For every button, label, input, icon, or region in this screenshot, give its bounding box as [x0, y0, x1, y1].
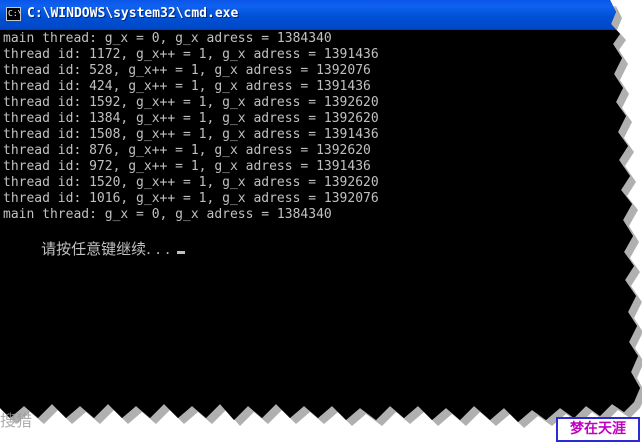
text-cursor-icon	[177, 251, 185, 254]
console-line: thread id: 528, g_x++ = 1, g_x adress = …	[3, 63, 371, 78]
console-line: thread id: 424, g_x++ = 1, g_x adress = …	[3, 79, 371, 94]
console-line: main thread: g_x = 0, g_x adress = 13843…	[3, 31, 332, 46]
console-prompt-line: 请按任意键继续. . .	[3, 222, 185, 276]
console-line: thread id: 1172, g_x++ = 1, g_x adress =…	[3, 47, 379, 62]
console-line: thread id: 1384, g_x++ = 1, g_x adress =…	[3, 111, 379, 126]
console-line: main thread: g_x = 0, g_x adress = 13843…	[3, 207, 332, 222]
cmd-icon: C:\	[6, 7, 21, 21]
console-line: thread id: 1520, g_x++ = 1, g_x adress =…	[3, 175, 379, 190]
console-line: thread id: 876, g_x++ = 1, g_x adress = …	[3, 143, 371, 158]
window-titlebar[interactable]: C:\ C:\WINDOWS\system32\cmd.exe	[0, 0, 642, 30]
console-prompt-text: 请按任意键继续. . .	[41, 240, 175, 258]
brand-badge: 梦在天涯	[556, 417, 640, 442]
window-title: C:\WINDOWS\system32\cmd.exe	[27, 6, 239, 21]
console-output[interactable]: main thread: g_x = 0, g_x adress = 13843…	[0, 30, 642, 445]
console-line: thread id: 1592, g_x++ = 1, g_x adress =…	[3, 95, 379, 110]
cmd-window: C:\ C:\WINDOWS\system32\cmd.exe main thr…	[0, 0, 642, 445]
console-line: thread id: 1508, g_x++ = 1, g_x adress =…	[3, 127, 379, 142]
watermark-text: 搜猎	[0, 411, 33, 430]
screenshot-page: C:\ C:\WINDOWS\system32\cmd.exe main thr…	[0, 0, 642, 445]
console-line: thread id: 972, g_x++ = 1, g_x adress = …	[3, 159, 371, 174]
console-line: thread id: 1016, g_x++ = 1, g_x adress =…	[3, 191, 379, 206]
